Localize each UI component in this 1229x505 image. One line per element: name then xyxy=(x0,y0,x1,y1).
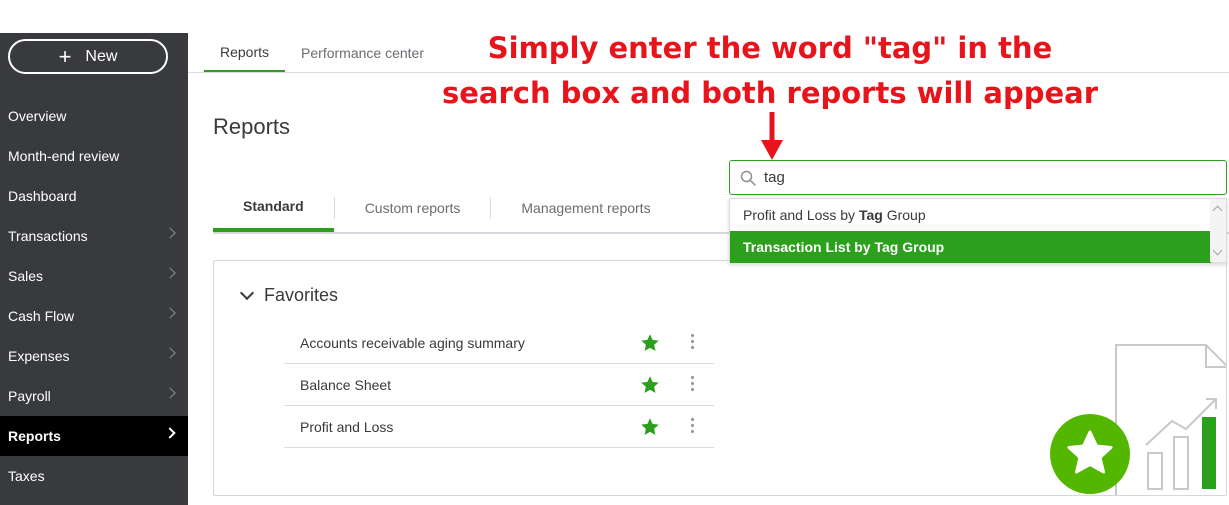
search-box xyxy=(729,160,1227,195)
sidebar-item-label: Dashboard xyxy=(8,188,77,204)
report-link[interactable]: Profit and Loss xyxy=(300,419,393,435)
search-suggestions: Profit and Loss by Tag Group Transaction… xyxy=(729,198,1227,263)
sidebar-item-label: Sales xyxy=(8,268,44,284)
list-item: Profit and Loss xyxy=(284,406,714,448)
sidebar-item-transactions[interactable]: Transactions xyxy=(0,216,188,256)
tab-custom-reports[interactable]: Custom reports xyxy=(335,184,491,232)
sidebar-item-payroll[interactable]: Payroll xyxy=(0,376,188,416)
list-item: Accounts receivable aging summary xyxy=(284,322,714,364)
suggestion-match: Tag xyxy=(874,239,899,255)
sidebar: + New Overview Month-end review Dashboar… xyxy=(0,33,188,505)
sidebar-item-label: Transactions xyxy=(8,228,88,244)
sidebar-nav: Overview Month-end review Dashboard Tran… xyxy=(0,96,188,496)
favorites-title: Favorites xyxy=(264,285,339,305)
chevron-right-icon xyxy=(164,347,176,359)
chevron-right-icon xyxy=(164,307,176,319)
new-button-label: New xyxy=(85,47,118,65)
sidebar-item-label: Payroll xyxy=(8,388,51,404)
suggestion-profit-and-loss-by-tag-group[interactable]: Profit and Loss by Tag Group xyxy=(730,199,1211,231)
sidebar-item-reports[interactable]: Reports xyxy=(0,416,188,456)
favorites-card: Favorites Accounts receivable aging summ… xyxy=(213,260,1227,496)
favorites-list: Accounts receivable aging summary Balanc… xyxy=(284,322,714,448)
page-title: Reports xyxy=(213,114,291,139)
chevron-right-icon xyxy=(164,267,176,279)
more-options-icon[interactable] xyxy=(689,334,695,352)
sidebar-item-month-end-review[interactable]: Month-end review xyxy=(0,136,188,176)
new-button[interactable]: + New xyxy=(8,39,168,74)
more-options-icon[interactable] xyxy=(689,418,695,436)
chevron-right-icon xyxy=(164,387,176,399)
annotation-line-2: search box and both reports will appear xyxy=(441,76,1099,110)
chevron-right-icon xyxy=(164,227,176,239)
sidebar-item-sales[interactable]: Sales xyxy=(0,256,188,296)
suggestion-text: Profit and Loss by xyxy=(743,207,859,223)
chevron-down-icon xyxy=(239,285,255,300)
top-tabs: Reports Performance center xyxy=(204,33,440,73)
report-link[interactable]: Balance Sheet xyxy=(300,377,391,393)
star-icon[interactable] xyxy=(640,333,660,353)
favorites-toggle[interactable]: Favorites xyxy=(239,285,339,306)
report-tabs: Standard Custom reports Management repor… xyxy=(213,184,681,232)
star-icon[interactable] xyxy=(640,417,660,437)
sidebar-item-label: Overview xyxy=(8,108,67,124)
plus-icon: + xyxy=(58,43,72,69)
favorites-illustration xyxy=(1050,344,1226,495)
suggestion-text: Transaction List by xyxy=(743,239,875,255)
sidebar-item-label: Expenses xyxy=(8,348,70,364)
sidebar-item-dashboard[interactable]: Dashboard xyxy=(0,176,188,216)
sidebar-item-label: Taxes xyxy=(8,468,45,484)
report-link[interactable]: Accounts receivable aging summary xyxy=(300,335,525,351)
list-item: Balance Sheet xyxy=(284,364,714,406)
arrow-down-icon xyxy=(761,112,783,160)
scroll-up-icon[interactable] xyxy=(1212,205,1223,216)
chevron-right-icon xyxy=(164,427,176,439)
suggestion-match: Tag xyxy=(858,207,883,223)
sidebar-item-label: Cash Flow xyxy=(8,308,75,324)
sidebar-item-label: Month-end review xyxy=(8,148,120,164)
sidebar-item-cash-flow[interactable]: Cash Flow xyxy=(0,296,188,336)
star-icon[interactable] xyxy=(640,375,660,395)
tab-reports[interactable]: Reports xyxy=(204,33,286,73)
sidebar-item-label: Reports xyxy=(8,428,61,444)
annotation-text: Simply enter the word "tag" in the searc… xyxy=(420,26,1120,116)
sidebar-item-overview[interactable]: Overview xyxy=(0,96,188,136)
suggestion-text: Group xyxy=(882,207,926,223)
tab-standard[interactable]: Standard xyxy=(213,184,334,232)
search-input[interactable] xyxy=(764,169,1204,186)
annotation-line-1: Simply enter the word "tag" in the xyxy=(487,31,1053,65)
suggestion-transaction-list-by-tag-group[interactable]: Transaction List by Tag Group xyxy=(730,231,1211,263)
app-root: + New Overview Month-end review Dashboar… xyxy=(0,0,1229,505)
dropdown-scrollbar[interactable] xyxy=(1210,199,1226,262)
scroll-down-icon[interactable] xyxy=(1212,245,1223,256)
tab-management-reports[interactable]: Management reports xyxy=(491,184,680,232)
sidebar-item-expenses[interactable]: Expenses xyxy=(0,336,188,376)
more-options-icon[interactable] xyxy=(689,376,695,394)
search-icon xyxy=(740,170,756,186)
tab-performance-center[interactable]: Performance center xyxy=(285,33,440,73)
suggestion-text: Group xyxy=(898,239,945,255)
sidebar-item-taxes[interactable]: Taxes xyxy=(0,456,188,496)
